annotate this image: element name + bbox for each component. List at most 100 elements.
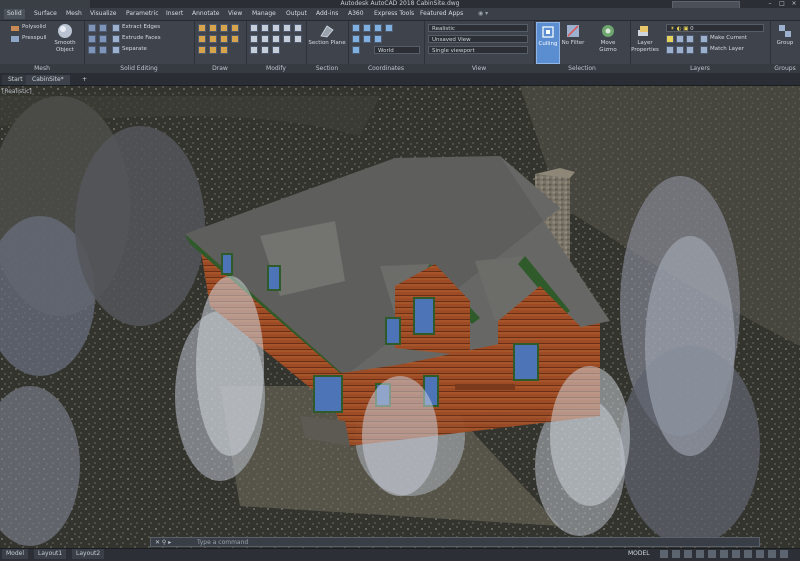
- array-icon[interactable]: [283, 35, 291, 43]
- minimize-icon[interactable]: –: [764, 0, 776, 8]
- ucs-origin-icon[interactable]: [352, 35, 360, 43]
- tab-featured-apps[interactable]: Featured Apps: [420, 9, 463, 19]
- layer-properties-button[interactable]: Layer Properties: [630, 40, 660, 54]
- no-filter-button[interactable]: No Filter: [558, 40, 588, 47]
- culling-button[interactable]: Culling: [536, 22, 560, 64]
- slice-icon[interactable]: [99, 35, 107, 43]
- hatch-icon[interactable]: [220, 35, 228, 43]
- tab-view[interactable]: View: [228, 9, 242, 19]
- offset-icon[interactable]: [261, 46, 269, 54]
- clean-screen-icon[interactable]: [768, 550, 776, 558]
- section-plane-button[interactable]: Section Plane: [308, 40, 346, 47]
- customization-icon[interactable]: [780, 550, 788, 558]
- layout-tab-layout1[interactable]: Layout1: [34, 549, 67, 559]
- ucs-y-icon[interactable]: [374, 24, 382, 32]
- layer-isolate-icon[interactable]: [666, 46, 674, 54]
- viewport-controls-label[interactable]: [Realistic]: [2, 88, 32, 95]
- align-icon[interactable]: [272, 46, 280, 54]
- model-space-toggle[interactable]: MODEL: [628, 549, 650, 559]
- ucs-x-icon[interactable]: [363, 24, 371, 32]
- make-current-button[interactable]: Make Current: [710, 35, 747, 42]
- lock-ui-icon[interactable]: [744, 550, 752, 558]
- polysolid-button[interactable]: Polysolid: [22, 24, 46, 31]
- maximize-icon[interactable]: □: [776, 0, 788, 8]
- smooth-object-button[interactable]: Smooth Object: [50, 40, 80, 54]
- visual-style-dropdown[interactable]: Realistic: [428, 24, 528, 32]
- command-line-controls-icon[interactable]: ✕ ⚲ ▸: [155, 540, 171, 546]
- presspull-button[interactable]: Presspull: [22, 35, 47, 42]
- layer-on-icon[interactable]: [666, 35, 674, 43]
- match-layer-button[interactable]: Match Layer: [710, 46, 744, 53]
- circle-icon[interactable]: [220, 24, 228, 32]
- tab-a360[interactable]: A360: [348, 9, 364, 19]
- ucs-icon[interactable]: [352, 24, 360, 32]
- osnap-icon[interactable]: [708, 550, 716, 558]
- layer-unisolate-icon[interactable]: [676, 46, 684, 54]
- close-icon[interactable]: ×: [788, 0, 800, 8]
- layer-lock-icon[interactable]: [686, 35, 694, 43]
- region-icon[interactable]: [209, 46, 217, 54]
- group-button[interactable]: Group: [770, 40, 800, 47]
- separate-button[interactable]: Separate: [122, 46, 147, 53]
- tab-parametric[interactable]: Parametric: [126, 9, 159, 19]
- move-icon[interactable]: [250, 24, 258, 32]
- fillet-icon[interactable]: [250, 35, 258, 43]
- rectangle-icon[interactable]: [198, 35, 206, 43]
- tab-output[interactable]: Output: [286, 9, 307, 19]
- erase-icon[interactable]: [294, 35, 302, 43]
- thicken-icon[interactable]: [99, 46, 107, 54]
- viewport-config-dropdown[interactable]: Single viewport: [428, 46, 528, 54]
- ucs-view-icon[interactable]: [363, 35, 371, 43]
- extract-edges-button[interactable]: Extract Edges: [122, 24, 160, 31]
- tab-insert[interactable]: Insert: [166, 9, 183, 19]
- ortho-icon[interactable]: [684, 550, 692, 558]
- copy-icon[interactable]: [283, 24, 291, 32]
- tab-add-ins[interactable]: Add-ins: [316, 9, 338, 19]
- named-view-dropdown[interactable]: Unsaved View: [428, 35, 528, 43]
- layout-tab-model[interactable]: Model: [2, 549, 29, 559]
- tab-solid[interactable]: Solid: [4, 9, 25, 19]
- ucs-object-icon[interactable]: [374, 35, 382, 43]
- stretch-icon[interactable]: [261, 35, 269, 43]
- drawing-viewport[interactable]: [Realistic]: [0, 86, 800, 548]
- move-gizmo-button[interactable]: Move Gizmo: [592, 40, 624, 54]
- ellipse-icon[interactable]: [209, 35, 217, 43]
- ucs-dropdown[interactable]: World: [374, 46, 420, 54]
- ribbon-toggle-icon[interactable]: ◉ ▾: [478, 9, 488, 19]
- extrude-faces-button[interactable]: Extrude Faces: [122, 35, 161, 42]
- spline-icon[interactable]: [231, 35, 239, 43]
- polar-icon[interactable]: [696, 550, 704, 558]
- explode-icon[interactable]: [250, 46, 258, 54]
- new-tab-icon[interactable]: +: [80, 75, 89, 85]
- layer-dropdown[interactable]: ☀ ◐ ▣ 0: [666, 24, 764, 32]
- ucs-world-icon[interactable]: [352, 46, 360, 54]
- tab-surface[interactable]: Surface: [34, 9, 57, 19]
- boundary-icon[interactable]: [220, 46, 228, 54]
- subtract-icon[interactable]: [88, 35, 96, 43]
- layer-off-icon[interactable]: [686, 46, 694, 54]
- tab-manage[interactable]: Manage: [252, 9, 276, 19]
- tab-mesh[interactable]: Mesh: [66, 9, 82, 19]
- point-icon[interactable]: [198, 46, 206, 54]
- polyline-icon[interactable]: [209, 24, 217, 32]
- doc-tab-cabinsite[interactable]: CabinSite*: [26, 75, 70, 85]
- ucs-z-icon[interactable]: [385, 24, 393, 32]
- tab-visualize[interactable]: Visualize: [90, 9, 116, 19]
- grid-icon[interactable]: [660, 550, 668, 558]
- line-icon[interactable]: [198, 24, 206, 32]
- union-icon[interactable]: [88, 24, 96, 32]
- interfere-icon[interactable]: [99, 24, 107, 32]
- tab-express-tools[interactable]: Express Tools: [374, 9, 414, 19]
- rotate-icon[interactable]: [261, 24, 269, 32]
- isolate-objects-icon[interactable]: [756, 550, 764, 558]
- mirror-icon[interactable]: [294, 24, 302, 32]
- intersect-icon[interactable]: [88, 46, 96, 54]
- tab-annotate[interactable]: Annotate: [192, 9, 219, 19]
- command-line[interactable]: ✕ ⚲ ▸ Type a command: [150, 537, 760, 547]
- layer-freeze-icon[interactable]: [676, 35, 684, 43]
- workspace-icon[interactable]: [732, 550, 740, 558]
- doc-tab-start[interactable]: Start: [2, 75, 29, 85]
- scale-icon[interactable]: [272, 35, 280, 43]
- trim-icon[interactable]: [272, 24, 280, 32]
- layout-tab-layout2[interactable]: Layout2: [72, 549, 105, 559]
